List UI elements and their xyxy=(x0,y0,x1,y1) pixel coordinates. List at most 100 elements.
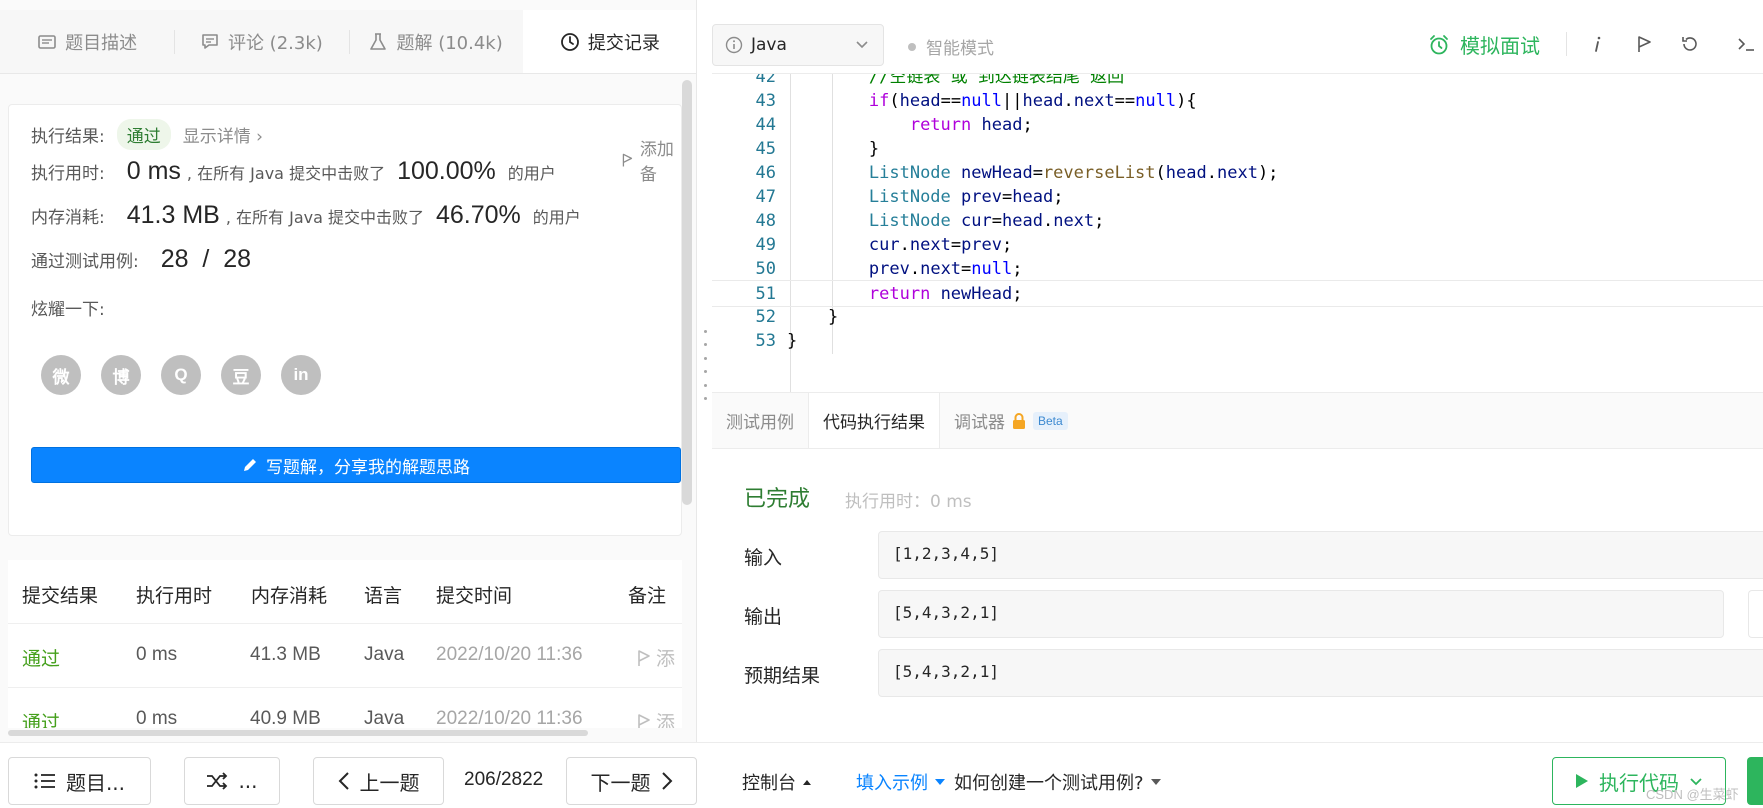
next-problem-label: 下一题 xyxy=(590,770,651,795)
prev-problem-label: 上一题 xyxy=(359,770,420,795)
mock-interview-button[interactable]: 模拟面试 xyxy=(1428,30,1540,59)
code-text: return head; xyxy=(909,115,1033,135)
smart-mode-toggle[interactable]: 智能模式 xyxy=(908,34,994,59)
fill-example-button[interactable]: 填入示例 xyxy=(856,769,946,795)
diff-button[interactable] xyxy=(1748,590,1763,638)
document-icon xyxy=(38,34,56,49)
show-details-link[interactable]: 显示详情 › xyxy=(183,122,263,147)
prev-problem-button[interactable]: 上一题 xyxy=(313,757,444,805)
tab-run-result-label: 代码执行结果 xyxy=(823,413,925,433)
memory-label: 内存消耗: xyxy=(31,208,105,228)
language-select[interactable]: Java xyxy=(712,24,884,66)
share-icons: 微 博 Q 豆 in xyxy=(41,355,321,395)
write-solution-button[interactable]: 写题解，分享我的解题思路 xyxy=(31,447,681,483)
memory-value: 41.3 MB xyxy=(126,201,220,229)
code-text: } xyxy=(787,139,880,159)
smart-mode-dot xyxy=(908,42,916,51)
douban-icon[interactable]: 豆 xyxy=(221,355,261,395)
table-row[interactable]: 通过 0 ms 40.9 MB Java 2022/10/20 11:36 添 xyxy=(8,688,682,728)
panel-resize-handle[interactable] xyxy=(702,330,708,400)
add-note-button[interactable]: 添加备 xyxy=(621,135,681,185)
comment-icon xyxy=(202,33,218,49)
code-line[interactable]: 49 cur.next=prev; xyxy=(712,232,1763,259)
submit-button[interactable] xyxy=(1747,757,1763,805)
qq-icon[interactable]: Q xyxy=(161,355,201,395)
play-icon xyxy=(1576,774,1588,788)
table-row[interactable]: 通过 0 ms 41.3 MB Java 2022/10/20 11:36 添 xyxy=(8,624,682,688)
code-line[interactable]: 46 ListNode newHead=reverseList(head.nex… xyxy=(712,160,1763,187)
beta-badge: Beta xyxy=(1033,411,1068,430)
tests-label: 通过测试用例: xyxy=(31,252,139,272)
flag-icon[interactable] xyxy=(1632,32,1656,56)
tab-debugger-label: 调试器 xyxy=(954,413,1005,433)
input-value-box: [1,2,3,4,5] xyxy=(878,531,1763,579)
terminal-icon[interactable] xyxy=(1734,32,1758,56)
line-number: 46 xyxy=(755,163,776,183)
code-line[interactable]: 48 ListNode cur=head.next; xyxy=(712,208,1763,235)
lock-icon xyxy=(1013,412,1025,429)
info-icon xyxy=(725,36,743,54)
memory-beat-text: , 在所有 Java 提交中击败了 xyxy=(225,207,424,227)
tab-submissions[interactable]: 提交记录 xyxy=(522,10,696,73)
shuffle-icon xyxy=(207,772,228,790)
random-problem-label: ... xyxy=(238,769,258,793)
chevron-down-icon xyxy=(856,41,868,49)
code-text: } xyxy=(787,331,798,351)
caret-up-icon xyxy=(803,780,811,785)
runtime-row: 执行用时: 0 ms , 在所有 Java 提交中击败了 100.00% 的用户 xyxy=(31,157,556,186)
console-toggle-button[interactable]: 控制台 xyxy=(742,769,812,795)
runtime-suffix: 的用户 xyxy=(507,163,556,183)
code-editor[interactable]: 42 //空链表 或 到达链表结尾 返回 43 if(head==null||he… xyxy=(712,74,1763,392)
table-horizontal-scrollbar[interactable] xyxy=(8,730,588,736)
tab-description[interactable]: 题目描述 xyxy=(0,10,174,73)
code-text: cur.next=prev; xyxy=(868,235,1013,255)
tab-solutions[interactable]: 题解 (10.4k) xyxy=(348,10,523,73)
flag-icon xyxy=(638,713,650,728)
row-note[interactable]: 添 xyxy=(636,644,675,671)
italic-info-icon[interactable] xyxy=(1586,32,1610,56)
weibo-icon[interactable]: 博 xyxy=(101,355,141,395)
random-problem-button[interactable]: ... xyxy=(184,757,280,805)
code-line[interactable]: 50 prev.next=null; xyxy=(712,256,1763,283)
row-result[interactable]: 通过 xyxy=(22,708,60,728)
tests-value: 28 / 28 xyxy=(160,245,252,273)
code-text: ListNode cur=head.next; xyxy=(868,211,1105,231)
chevron-left-icon xyxy=(338,772,349,790)
pencil-icon xyxy=(244,459,256,471)
row-note-label: 添 xyxy=(656,649,676,670)
console-panel: 测试用例 代码执行结果 调试器 Beta 已完成 执行用时：0 ms 输入 [1… xyxy=(712,392,1763,743)
code-line[interactable]: 51 return newHead; xyxy=(712,280,1763,307)
col-language: 语言 xyxy=(364,585,403,607)
tab-comments[interactable]: 评论 (2.3k) xyxy=(174,10,348,73)
code-line[interactable]: 47 ListNode prev=head; xyxy=(712,184,1763,211)
alarm-clock-icon xyxy=(1430,34,1448,54)
tab-run-result[interactable]: 代码执行结果 xyxy=(808,393,940,448)
next-problem-button[interactable]: 下一题 xyxy=(566,757,697,805)
tab-testcase[interactable]: 测试用例 xyxy=(712,393,808,448)
code-text: ListNode prev=head; xyxy=(868,187,1064,207)
add-note-label: 添加备 xyxy=(639,140,674,185)
left-scrollbar[interactable] xyxy=(682,80,692,505)
col-memory: 内存消耗 xyxy=(251,585,328,607)
linkedin-icon[interactable]: in xyxy=(281,355,321,395)
row-result[interactable]: 通过 xyxy=(22,644,60,671)
language-value: Java xyxy=(751,35,787,55)
row-submit-time: 2022/10/20 11:36 xyxy=(436,644,583,665)
row-note[interactable]: 添 xyxy=(636,708,675,728)
code-line[interactable]: 44 return head; xyxy=(712,112,1763,139)
output-value-box: [5,4,3,2,1] xyxy=(878,590,1724,638)
problem-list-button[interactable]: 题目... xyxy=(8,757,151,805)
left-panel: 题目描述 评论 (2.3k) 题解 (10.4k) 提交记录 执行结果: 通过 … xyxy=(0,0,697,742)
tab-debugger[interactable]: 调试器 Beta xyxy=(940,393,1082,448)
row-language: Java xyxy=(364,644,405,665)
code-line[interactable]: 45 } xyxy=(712,136,1763,163)
code-line[interactable]: 43 if(head==null||head.next==null){ xyxy=(712,88,1763,115)
table-header: 提交结果 执行用时 内存消耗 语言 提交时间 备注 xyxy=(8,560,682,624)
left-tab-bar: 题目描述 评论 (2.3k) 题解 (10.4k) 提交记录 xyxy=(0,10,696,74)
how-create-label: 如何创建一个测试用例? xyxy=(954,773,1144,794)
reset-icon[interactable] xyxy=(1678,32,1702,56)
how-create-testcase-link[interactable]: 如何创建一个测试用例? xyxy=(954,769,1162,795)
wechat-icon[interactable]: 微 xyxy=(41,355,81,395)
code-line[interactable]: 52 } xyxy=(712,304,1763,331)
code-line[interactable]: 53} xyxy=(712,328,1763,355)
